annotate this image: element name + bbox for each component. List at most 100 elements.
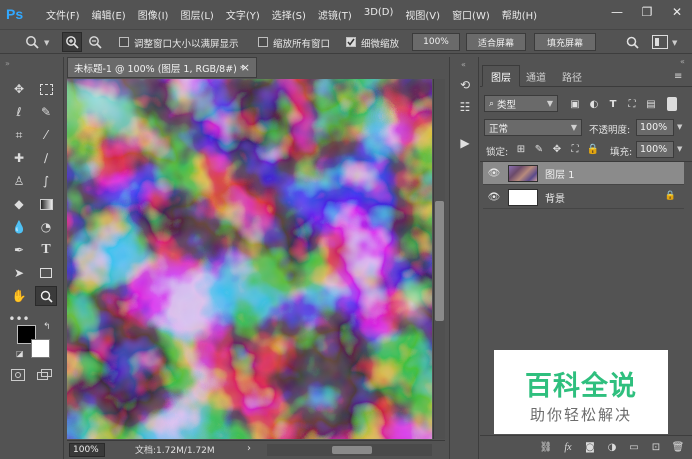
vertical-scroll-thumb[interactable] (435, 201, 444, 321)
menu-view[interactable]: 视图(V) (399, 7, 446, 22)
dodge-tool-icon[interactable]: ◔ (35, 217, 57, 237)
filter-type-icon[interactable]: T (606, 97, 620, 111)
add-mask-icon[interactable]: ◙ (582, 440, 598, 456)
menu-3d[interactable]: 3D(D) (358, 7, 400, 22)
rectangle-tool-icon[interactable] (35, 263, 57, 283)
adjustment-layer-icon[interactable]: ◑ (604, 440, 620, 456)
quick-selection-tool-icon[interactable]: ✎ (35, 102, 57, 122)
crop-tool-icon[interactable]: ⌗ (8, 125, 30, 145)
minimize-button[interactable]: — (602, 0, 632, 24)
lasso-tool-icon[interactable]: ℓ (8, 102, 30, 122)
menu-file[interactable]: 文件(F) (40, 7, 86, 22)
filter-shape-icon[interactable]: ⛶ (625, 97, 639, 111)
lock-position-icon[interactable]: ✥ (550, 142, 564, 156)
layer-row[interactable]: 👁 背景 🔒 (483, 186, 684, 209)
lock-image-pixels-icon[interactable]: ✎ (532, 142, 546, 156)
opacity-dropdown-icon[interactable]: ▼ (677, 123, 682, 131)
history-brush-tool-icon[interactable]: ∫ (35, 171, 57, 191)
opacity-field[interactable]: 100% (636, 119, 674, 136)
restore-button[interactable]: ❐ (632, 0, 662, 24)
status-menu-arrow-icon[interactable]: › (247, 443, 251, 454)
resize-windows-checkbox[interactable] (119, 37, 129, 47)
eyedropper-tool-icon[interactable]: ⁄ (35, 125, 57, 145)
default-colors-icon[interactable]: ◪ (16, 349, 24, 358)
menu-filter[interactable]: 滤镜(T) (312, 7, 358, 22)
panel-collapse-icon[interactable]: » (5, 59, 10, 68)
type-tool-icon[interactable]: T (35, 240, 57, 260)
zoom-all-windows-checkbox[interactable] (258, 37, 268, 47)
actions-panel-icon[interactable]: ▶ (456, 135, 474, 151)
menu-window[interactable]: 窗口(W) (446, 7, 496, 22)
blur-tool-icon[interactable]: 💧 (8, 217, 30, 237)
horizontal-scrollbar[interactable] (267, 444, 432, 456)
clone-stamp-tool-icon[interactable]: ♙ (8, 171, 30, 191)
lock-artboard-icon[interactable]: ⛶ (568, 142, 582, 156)
menu-type[interactable]: 文字(Y) (220, 7, 266, 22)
background-color-swatch[interactable] (31, 339, 50, 358)
workspace-dropdown-icon[interactable]: ▼ (672, 39, 677, 47)
tab-layers[interactable]: 图层 (482, 65, 520, 87)
lock-all-icon[interactable]: 🔒 (586, 142, 600, 156)
fit-screen-button[interactable]: 适合屏幕 (466, 33, 526, 51)
horizontal-scroll-thumb[interactable] (332, 446, 372, 454)
preset-dropdown-icon[interactable]: ▼ (44, 39, 49, 47)
blend-mode-dropdown[interactable]: 正常 ▼ (484, 119, 582, 136)
link-layers-icon[interactable]: ⛓ (538, 440, 554, 456)
zoom-percent-field[interactable]: 100% (412, 33, 460, 51)
filter-pixel-icon[interactable]: ▣ (568, 97, 582, 111)
layer-name[interactable]: 图层 1 (545, 166, 575, 181)
filter-toggle-icon[interactable] (667, 97, 677, 111)
panel-menu-icon[interactable]: ≡ (674, 71, 682, 82)
screen-mode-icon[interactable] (37, 369, 53, 381)
visibility-eye-icon[interactable]: 👁 (483, 192, 505, 203)
layer-name[interactable]: 背景 (545, 190, 565, 205)
hand-tool-icon[interactable]: ✋ (8, 286, 30, 306)
properties-panel-icon[interactable]: ☷ (456, 99, 474, 115)
strip-collapse-icon[interactable]: « (461, 60, 466, 69)
fill-dropdown-icon[interactable]: ▼ (677, 145, 682, 153)
marquee-tool-icon[interactable] (35, 79, 57, 99)
new-layer-icon[interactable]: ⊡ (648, 440, 664, 456)
menu-select[interactable]: 选择(S) (266, 7, 312, 22)
gradient-tool-icon[interactable] (35, 194, 57, 214)
menu-layer[interactable]: 图层(L) (174, 7, 219, 22)
move-tool-icon[interactable]: ✥ (8, 79, 30, 99)
filter-smart-object-icon[interactable]: ▤ (644, 97, 658, 111)
document-canvas[interactable] (67, 79, 432, 439)
new-group-icon[interactable]: ▭ (626, 440, 642, 456)
close-button[interactable]: ✕ (662, 0, 692, 24)
layer-row[interactable]: 👁 图层 1 (483, 162, 684, 185)
swap-colors-icon[interactable]: ↰ (43, 322, 51, 332)
fill-field[interactable]: 100% (636, 141, 674, 158)
menu-edit[interactable]: 编辑(E) (86, 7, 132, 22)
layer-filter-dropdown[interactable]: ⌕ 类型 ▼ (484, 95, 558, 112)
pen-tool-icon[interactable]: ✒ (8, 240, 30, 260)
eraser-tool-icon[interactable]: ◆ (8, 194, 30, 214)
workspace-icon[interactable] (652, 35, 668, 49)
layer-style-icon[interactable]: fx (560, 440, 576, 456)
lock-transparent-pixels-icon[interactable]: ⊞ (514, 142, 528, 156)
vertical-scrollbar[interactable] (433, 79, 445, 439)
zoom-out-icon[interactable] (85, 32, 105, 52)
brush-tool-icon[interactable]: ∕ (35, 148, 57, 168)
tab-channels[interactable]: 通道 (518, 65, 554, 87)
document-size-info[interactable]: 文档:1.72M/1.72M (135, 443, 215, 456)
zoom-tool-preset-icon[interactable] (20, 33, 44, 51)
menu-help[interactable]: 帮助(H) (496, 7, 543, 22)
delete-layer-icon[interactable]: 🗑 (670, 440, 686, 456)
scrubby-zoom-checkbox[interactable] (346, 37, 356, 47)
fill-screen-button[interactable]: 填充屏幕 (534, 33, 596, 51)
document-tab[interactable]: 未标题-1 @ 100% (图层 1, RGB/8#) * × (67, 57, 257, 78)
close-tab-icon[interactable]: × (241, 61, 250, 74)
status-zoom-field[interactable]: 100% (69, 443, 105, 457)
history-panel-icon[interactable]: ⟲ (456, 77, 474, 93)
tab-paths[interactable]: 路径 (554, 65, 590, 87)
zoom-tool-icon[interactable] (35, 286, 57, 306)
path-selection-tool-icon[interactable]: ➤ (8, 263, 30, 283)
visibility-eye-icon[interactable]: 👁 (483, 168, 505, 179)
quick-mask-icon[interactable] (11, 369, 25, 381)
filter-adjustment-icon[interactable]: ◐ (587, 97, 601, 111)
menu-image[interactable]: 图像(I) (132, 7, 175, 22)
zoom-in-icon[interactable] (62, 32, 82, 52)
healing-brush-tool-icon[interactable]: ✚ (8, 148, 30, 168)
